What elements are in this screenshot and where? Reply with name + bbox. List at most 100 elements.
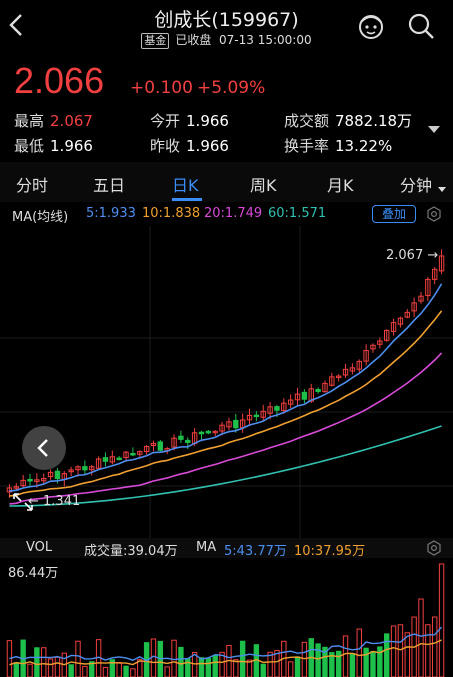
- chevron-left-icon: [37, 439, 48, 457]
- timestamp: 07-13 15:00:00: [219, 33, 312, 47]
- vol-total: 成交量:39.04万: [84, 544, 178, 559]
- candle-body: [157, 441, 164, 451]
- period-tabs: 分时 五日 日K 周K 月K 分钟: [0, 162, 453, 202]
- fund-tag: 基金: [141, 33, 170, 49]
- candle-body: [130, 452, 136, 456]
- volume-bar: [438, 563, 445, 677]
- stat-open: 今开 1.966: [150, 110, 229, 131]
- volume-bar: [178, 646, 184, 677]
- volume-bar: [315, 643, 321, 677]
- candle-body: [274, 406, 280, 411]
- volume-bar: [260, 663, 266, 677]
- stat-open-label: 今开: [150, 112, 181, 130]
- volume-bar: [34, 647, 40, 677]
- volume-bar: [47, 658, 54, 677]
- volume-bar: [54, 656, 61, 677]
- volume-bar: [130, 668, 136, 677]
- volume-bar: [370, 650, 376, 677]
- tab-weekly-k[interactable]: 周K: [250, 172, 277, 196]
- volume-legend: VOL 成交量:39.04万 MA 5:43.77万 10:37.95万: [0, 538, 453, 559]
- ma10-value: 10:1.838: [142, 206, 201, 221]
- candle-body: [198, 431, 205, 435]
- vol-label[interactable]: VOL: [26, 540, 52, 555]
- expand-arrows-icon: [13, 493, 33, 511]
- volume-bar: [335, 650, 342, 677]
- stat-high-label: 最高: [14, 112, 45, 130]
- candle-body: [205, 430, 212, 434]
- volume-bar: [205, 657, 212, 677]
- vol-ma5-line: [9, 626, 443, 662]
- volume-bar: [185, 658, 191, 677]
- ma-legend: MA(均线) 5:1.933 10:1.838 20:1.749 60:1.57…: [0, 202, 453, 226]
- price-change-pct: +5.09%: [197, 78, 266, 98]
- volume-bar: [102, 666, 109, 677]
- stat-low: 最低 1.966: [14, 135, 93, 156]
- fullscreen-button[interactable]: [10, 490, 36, 514]
- candlestick-chart[interactable]: 2.067 →← 1.341: [0, 226, 453, 538]
- max-price-label: 2.067 →: [386, 248, 438, 263]
- minute-dropdown-icon[interactable]: [438, 187, 446, 192]
- gear-icon[interactable]: [426, 206, 442, 222]
- tab-five-day[interactable]: 五日: [93, 172, 125, 196]
- collapse-button[interactable]: [22, 426, 66, 470]
- vol-ma5: 5:43.77万: [224, 544, 287, 559]
- current-price: 2.066: [14, 60, 105, 101]
- volume-bar: [212, 655, 218, 677]
- header: 创成长(159967) 基金 已收盘 07-13 15:00:00: [0, 0, 453, 58]
- stat-prev-close: 昨收 1.966: [150, 135, 229, 156]
- volume-bar: [342, 635, 349, 677]
- volume-bar: [239, 640, 246, 677]
- close-status: 已收盘: [175, 33, 212, 47]
- stat-prev-close-label: 昨收: [150, 137, 181, 155]
- volume-bar: [75, 640, 81, 677]
- volume-bar: [198, 657, 205, 677]
- ma20-value: 20:1.749: [204, 206, 263, 221]
- volume-bar: [68, 664, 74, 677]
- candle-body: [82, 466, 88, 471]
- volume-bar: [432, 616, 438, 677]
- ma-label[interactable]: MA(均线): [12, 206, 68, 225]
- volume-bar: [425, 624, 431, 677]
- volume-bar: [287, 661, 294, 677]
- volume-bar: [27, 663, 33, 677]
- volume-bar: [13, 662, 19, 677]
- candle-body: [102, 457, 109, 462]
- volume-chart[interactable]: 86.44万: [0, 558, 453, 677]
- candle-body: [253, 414, 260, 418]
- volume-bar: [41, 647, 47, 677]
- mascot-icon: [359, 15, 383, 39]
- volume-bar: [356, 628, 362, 677]
- volume-bar: [363, 647, 369, 677]
- candle-body: [315, 389, 321, 393]
- expand-stats-icon[interactable]: [428, 126, 440, 133]
- volume-bar: [404, 632, 410, 677]
- stat-prev-close-value: 1.966: [186, 137, 229, 155]
- volume-bar: [116, 661, 122, 677]
- candle-body: [27, 478, 33, 482]
- volume-bar: [123, 665, 129, 677]
- stat-amount-value: 7882.18万: [335, 112, 413, 130]
- stat-low-value: 1.966: [50, 137, 93, 155]
- candle-body: [178, 435, 184, 440]
- gear-icon[interactable]: [426, 540, 442, 556]
- candle-body: [185, 439, 191, 443]
- volume-bar: [294, 656, 301, 677]
- stat-turnover-value: 13.22%: [335, 137, 393, 155]
- ma60-value: 60:1.571: [268, 206, 327, 221]
- vol-ma-label: MA: [196, 540, 217, 555]
- stat-turnover-label: 换手率: [284, 137, 330, 155]
- tab-daily-k[interactable]: 日K: [172, 172, 199, 196]
- volume-bar: [384, 633, 390, 677]
- tab-intraday[interactable]: 分时: [16, 172, 48, 196]
- tab-monthly-k[interactable]: 月K: [327, 172, 354, 196]
- mascot-button[interactable]: [355, 10, 387, 42]
- active-tab-indicator: [172, 198, 202, 201]
- search-button[interactable]: [405, 10, 437, 42]
- volume-max-label: 86.44万: [8, 566, 58, 581]
- overlay-button[interactable]: 叠加: [372, 205, 416, 223]
- stat-high: 最高 2.067: [14, 110, 93, 131]
- volume-bar: [164, 666, 170, 677]
- stat-amount-label: 成交额: [284, 112, 330, 130]
- tab-minute[interactable]: 分钟: [400, 172, 432, 196]
- candle-body: [233, 419, 239, 429]
